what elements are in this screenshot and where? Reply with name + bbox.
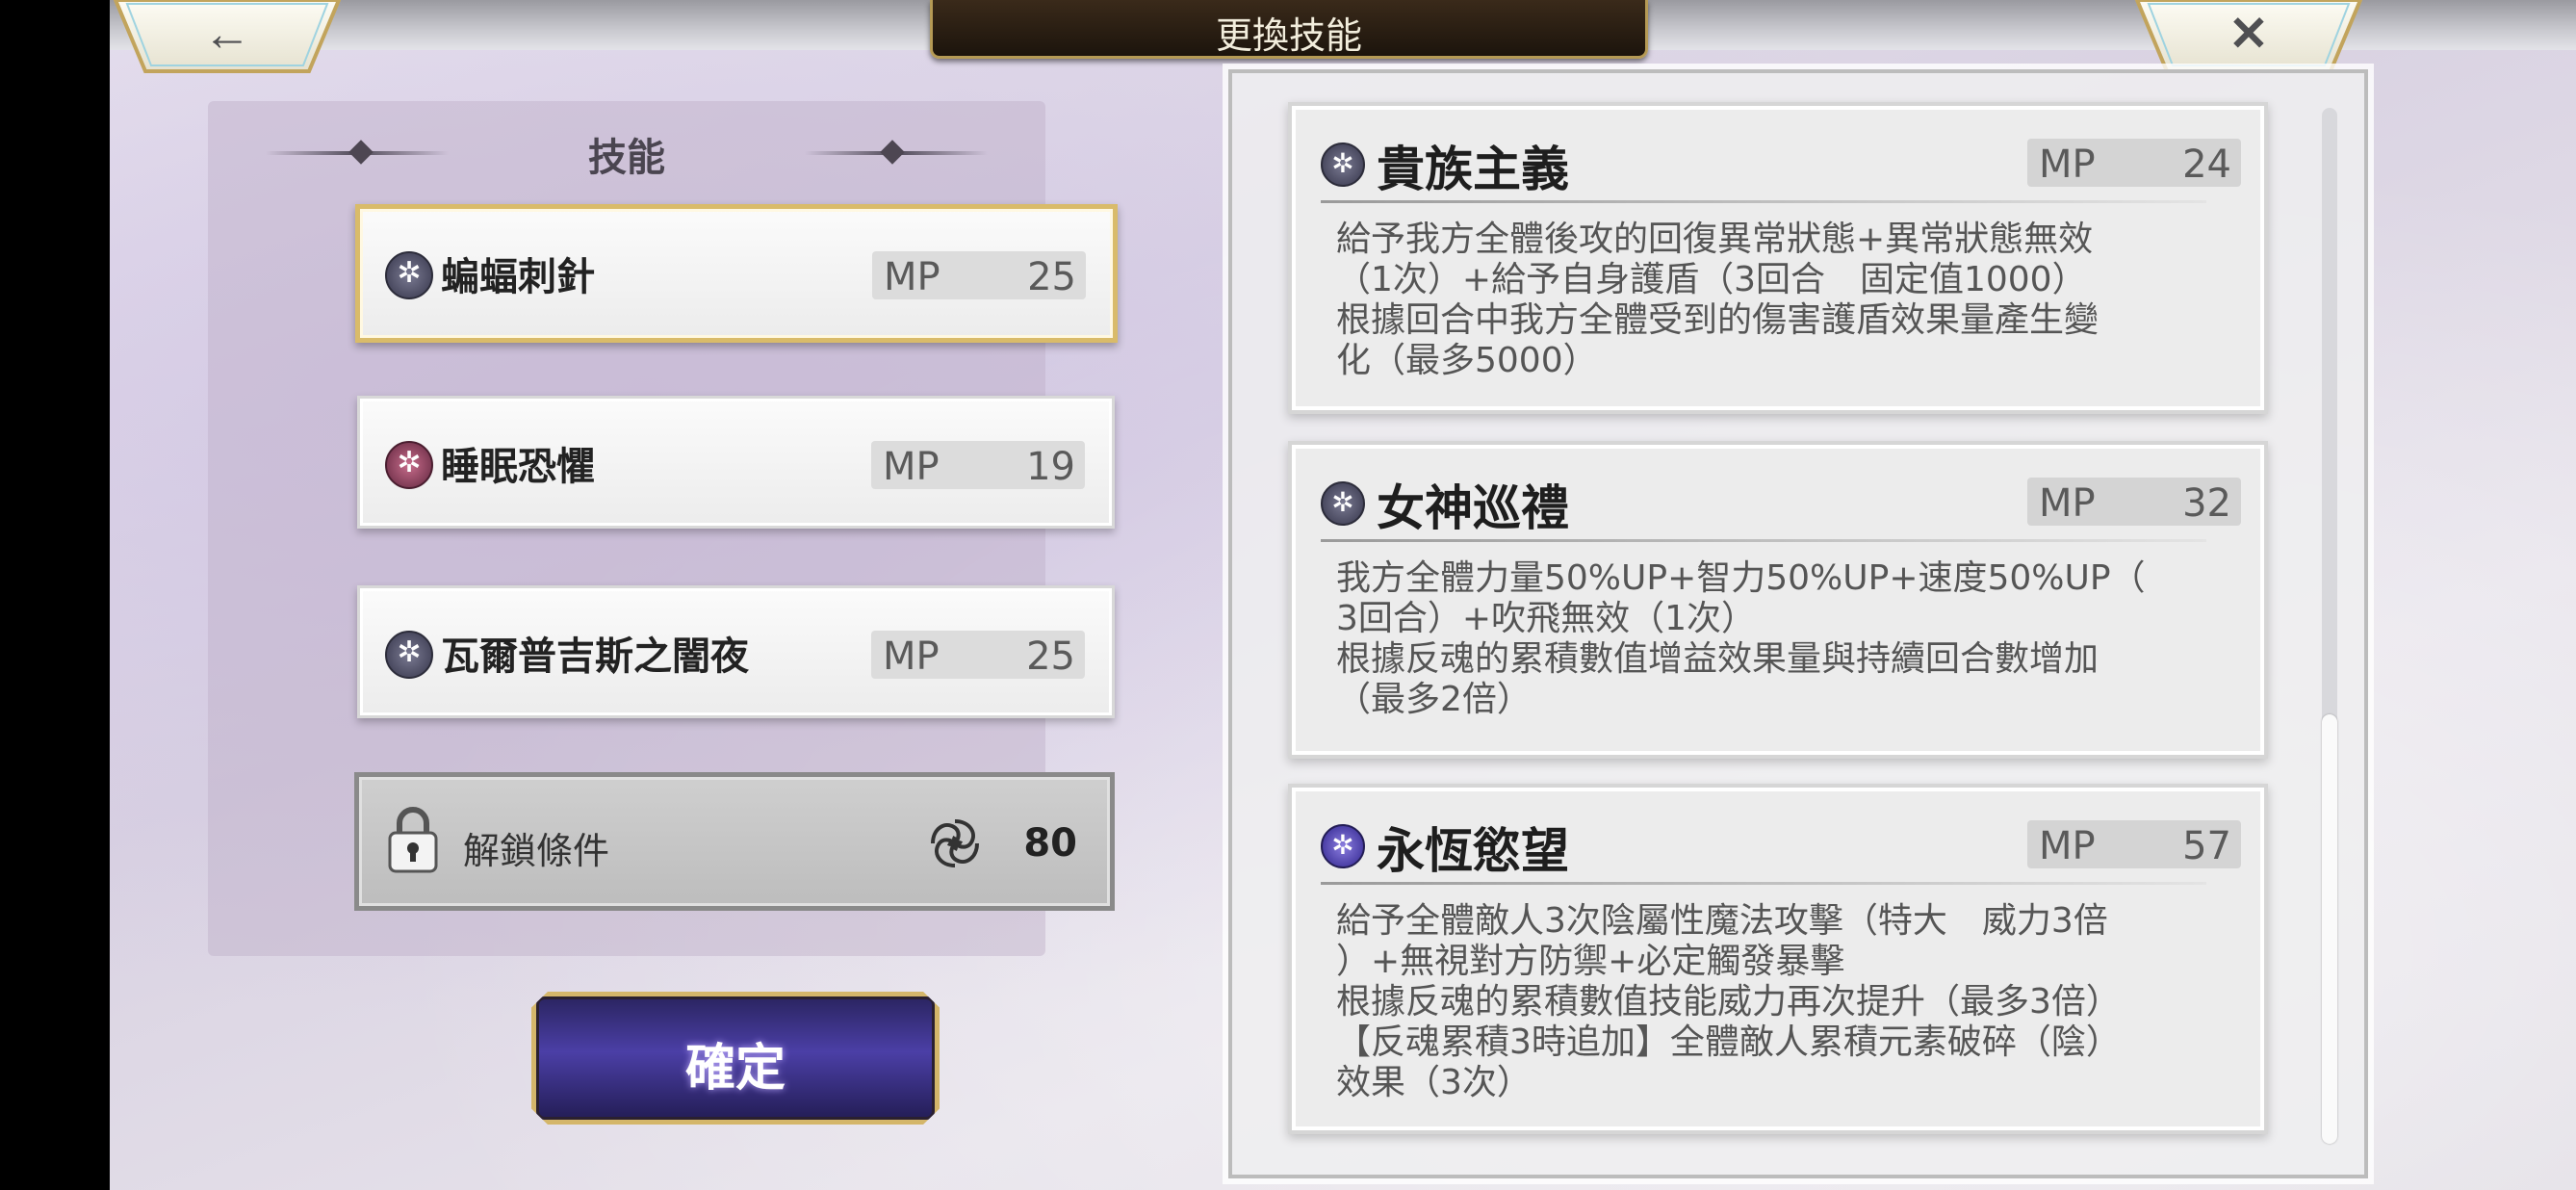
card-divider [1321,539,2206,542]
skill-slot-2[interactable]: 睡眠恐懼 MP 19 [357,396,1115,529]
skill-list-scrollbar[interactable] [2322,108,2337,1144]
skill-slot-3[interactable]: 瓦爾普吉斯之闇夜 MP 25 [357,585,1115,718]
mp-value: 19 [1026,445,1075,489]
violet-skill-icon [1321,824,1365,868]
pink-skill-icon [385,441,433,489]
mp-value: 57 [2182,824,2231,868]
mp-badge: MP 32 [2027,478,2241,526]
mp-badge: MP 25 [871,631,1085,679]
unlock-soul-value: 80 [1023,821,1077,866]
mp-label: MP [2039,824,2096,868]
mp-label: MP [883,445,940,489]
mp-label: MP [2039,481,2096,526]
mp-badge: MP 24 [2027,139,2241,187]
mp-label: MP [2039,142,2096,187]
skill-card-3[interactable]: 永恆慾望 MP 57 給予全體敵人3次陰屬性魔法攻擊（特大 威力3倍 ）+無視對… [1288,784,2268,1134]
mp-label: MP [884,255,940,299]
skill-name: 瓦爾普吉斯之闇夜 [441,634,749,679]
mp-label: MP [883,634,940,679]
mp-badge: MP 19 [871,441,1085,489]
mp-value: 32 [2182,481,2231,526]
back-arrow-icon: ← [203,7,251,61]
locked-skill-slot[interactable]: 解鎖條件 80 [354,772,1115,911]
skill-description: 給予全體敵人3次陰屬性魔法攻擊（特大 威力3倍 ）+無視對方防禦+必定觸發暴擊 … [1336,901,2121,1102]
skill-card-name: 貴族主義 [1377,141,1569,197]
card-divider [1321,882,2206,885]
title-plate: 更換技能 [930,0,1648,59]
back-button[interactable]: ← [114,0,341,73]
close-icon: ✕ [2228,7,2269,61]
dark-skill-icon [385,251,433,299]
skill-name: 蝙蝠刺針 [441,254,595,299]
skill-card-2[interactable]: 女神巡禮 MP 32 我方全體力量50%UP+智力50%UP+速度50%UP（ … [1288,441,2268,759]
screen-title: 更換技能 [1215,14,1362,57]
dark-skill-icon [1321,142,1365,187]
close-button[interactable]: ✕ [2135,0,2362,73]
skill-name: 睡眠恐懼 [441,444,595,489]
skill-card-name: 永恆慾望 [1377,822,1569,879]
mp-value: 25 [1026,634,1075,679]
dark-skill-icon [1321,481,1365,526]
mp-badge: MP 25 [872,251,1086,299]
mp-value: 24 [2182,142,2231,187]
soul-swirl-icon [931,819,979,867]
lock-icon [388,807,438,873]
skill-slot-1[interactable]: 蝙蝠刺針 MP 25 [355,204,1118,343]
confirm-label: 確定 [684,1039,786,1098]
mp-value: 25 [1027,255,1076,299]
scrollbar-thumb[interactable] [2322,714,2337,1144]
unlock-condition-label: 解鎖條件 [463,830,610,872]
skill-card-name: 女神巡禮 [1377,479,1569,536]
dark-skill-icon [385,631,433,679]
confirm-button[interactable]: 確定 [531,992,940,1125]
skill-description: 我方全體力量50%UP+智力50%UP+速度50%UP（ 3回合）+吹飛無效（1… [1336,558,2146,719]
mp-badge: MP 57 [2027,820,2241,868]
skill-description: 給予我方全體後攻的回復異常狀態+異常狀態無效 （1次）+給予自身護盾（3回合 固… [1336,220,2099,380]
skill-card-1[interactable]: 貴族主義 MP 24 給予我方全體後攻的回復異常狀態+異常狀態無效 （1次）+給… [1288,102,2268,414]
card-divider [1321,200,2206,203]
